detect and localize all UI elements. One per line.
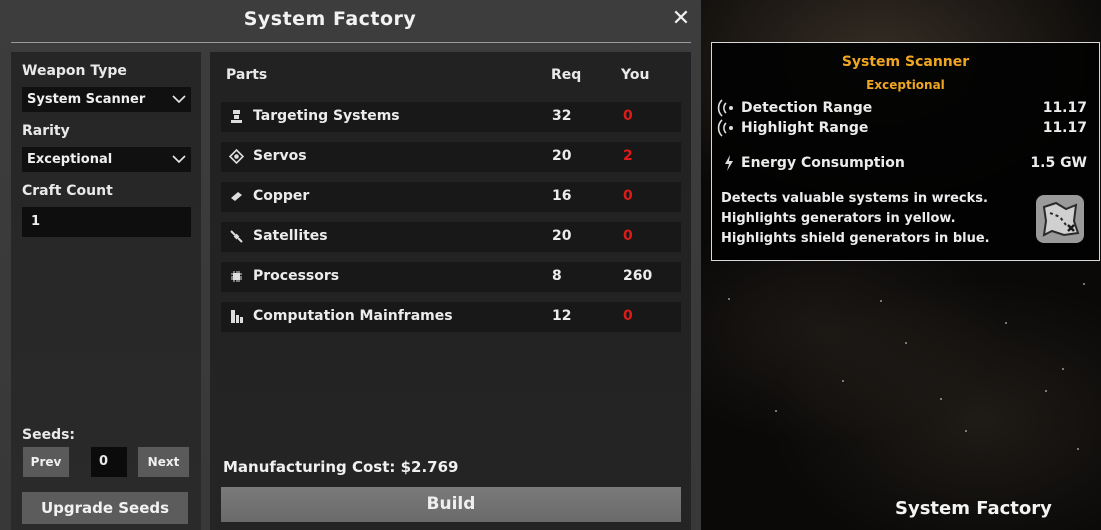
manufacturing-cost: Manufacturing Cost: $2.769: [223, 458, 459, 476]
part-row: Satellites 20 0: [221, 222, 681, 252]
you-header: You: [621, 67, 650, 83]
prev-seed-button[interactable]: Prev: [23, 447, 69, 477]
part-row: Computation Mainframes 12 0: [221, 302, 681, 332]
footer-brand: System Factory: [895, 498, 1052, 519]
config-panel: Weapon Type System Scanner Rarity Except…: [11, 52, 201, 530]
part-req: 16: [552, 188, 572, 204]
upgrade-seeds-button[interactable]: Upgrade Seeds: [22, 492, 188, 524]
part-name: Targeting Systems: [253, 108, 400, 124]
satellite-icon: [230, 230, 243, 243]
parts-panel: Parts Req You Targeting Systems 32 0 Ser…: [210, 52, 691, 530]
seed-input[interactable]: 0: [91, 447, 127, 477]
stat-value: 11.17: [1042, 100, 1087, 116]
next-seed-button[interactable]: Next: [138, 447, 189, 477]
part-name: Copper: [253, 188, 310, 204]
craft-count-label: Craft Count: [22, 183, 113, 199]
tooltip-description-line: Highlights shield generators in blue.: [721, 231, 990, 246]
tooltip-description-line: Detects valuable systems in wrecks.: [721, 191, 988, 206]
req-header: Req: [551, 67, 582, 83]
title-divider: [11, 42, 691, 43]
part-you: 0: [623, 188, 633, 204]
scanner-map-icon: [1036, 195, 1084, 243]
tooltip-rarity: Exceptional: [866, 78, 945, 92]
weapon-type-dropdown[interactable]: System Scanner: [22, 87, 191, 112]
stat-name: Highlight Range: [741, 120, 869, 136]
rarity-label: Rarity: [22, 123, 70, 139]
servos-icon: [229, 149, 244, 164]
part-you: 0: [623, 228, 633, 244]
weapon-type-value: System Scanner: [27, 92, 146, 107]
copper-icon: [231, 192, 242, 201]
part-req: 32: [552, 108, 572, 124]
part-you: 2: [623, 148, 633, 164]
seeds-label: Seeds:: [22, 427, 76, 443]
craft-count-input[interactable]: 1: [22, 207, 191, 237]
signal-icon: [717, 119, 733, 137]
lightning-icon: [725, 155, 733, 171]
mainframe-icon: [231, 310, 243, 323]
part-row: Targeting Systems 32 0: [221, 102, 681, 132]
parts-header: Parts: [226, 67, 268, 83]
part-you: 260: [623, 268, 653, 284]
rarity-value: Exceptional: [27, 152, 113, 167]
item-tooltip: System Scanner Exceptional Detection Ran…: [711, 42, 1100, 261]
signal-icon: [717, 99, 733, 117]
part-name: Servos: [253, 148, 307, 164]
part-you: 0: [623, 308, 633, 324]
stat-name: Detection Range: [741, 100, 873, 116]
stat-name: Energy Consumption: [741, 155, 905, 171]
part-row: Copper 16 0: [221, 182, 681, 212]
part-req: 20: [552, 228, 572, 244]
window-title: System Factory: [243, 8, 417, 30]
part-req: 8: [552, 268, 562, 284]
stat-value: 11.17: [1042, 120, 1087, 136]
part-you: 0: [623, 108, 633, 124]
targeting-icon: [231, 110, 242, 123]
chevron-down-icon: [172, 95, 186, 104]
part-req: 12: [552, 308, 572, 324]
tooltip-title: System Scanner: [841, 54, 970, 70]
weapon-type-label: Weapon Type: [22, 63, 127, 79]
stat-value: 1.5 GW: [1030, 155, 1087, 171]
part-name: Processors: [253, 268, 340, 284]
processor-icon: [231, 271, 242, 282]
part-row: Servos 20 2: [221, 142, 681, 172]
close-icon[interactable]: ✕: [670, 8, 692, 30]
chevron-down-icon: [172, 155, 186, 164]
system-factory-window: System Factory ✕ Weapon Type System Scan…: [0, 0, 701, 530]
tooltip-description-line: Highlights generators in yellow.: [721, 211, 956, 226]
rarity-dropdown[interactable]: Exceptional: [22, 147, 191, 172]
part-req: 20: [552, 148, 572, 164]
part-name: Satellites: [253, 228, 328, 244]
part-name: Computation Mainframes: [253, 308, 453, 324]
part-row: Processors 8 260: [221, 262, 681, 292]
build-button[interactable]: Build: [221, 487, 681, 522]
